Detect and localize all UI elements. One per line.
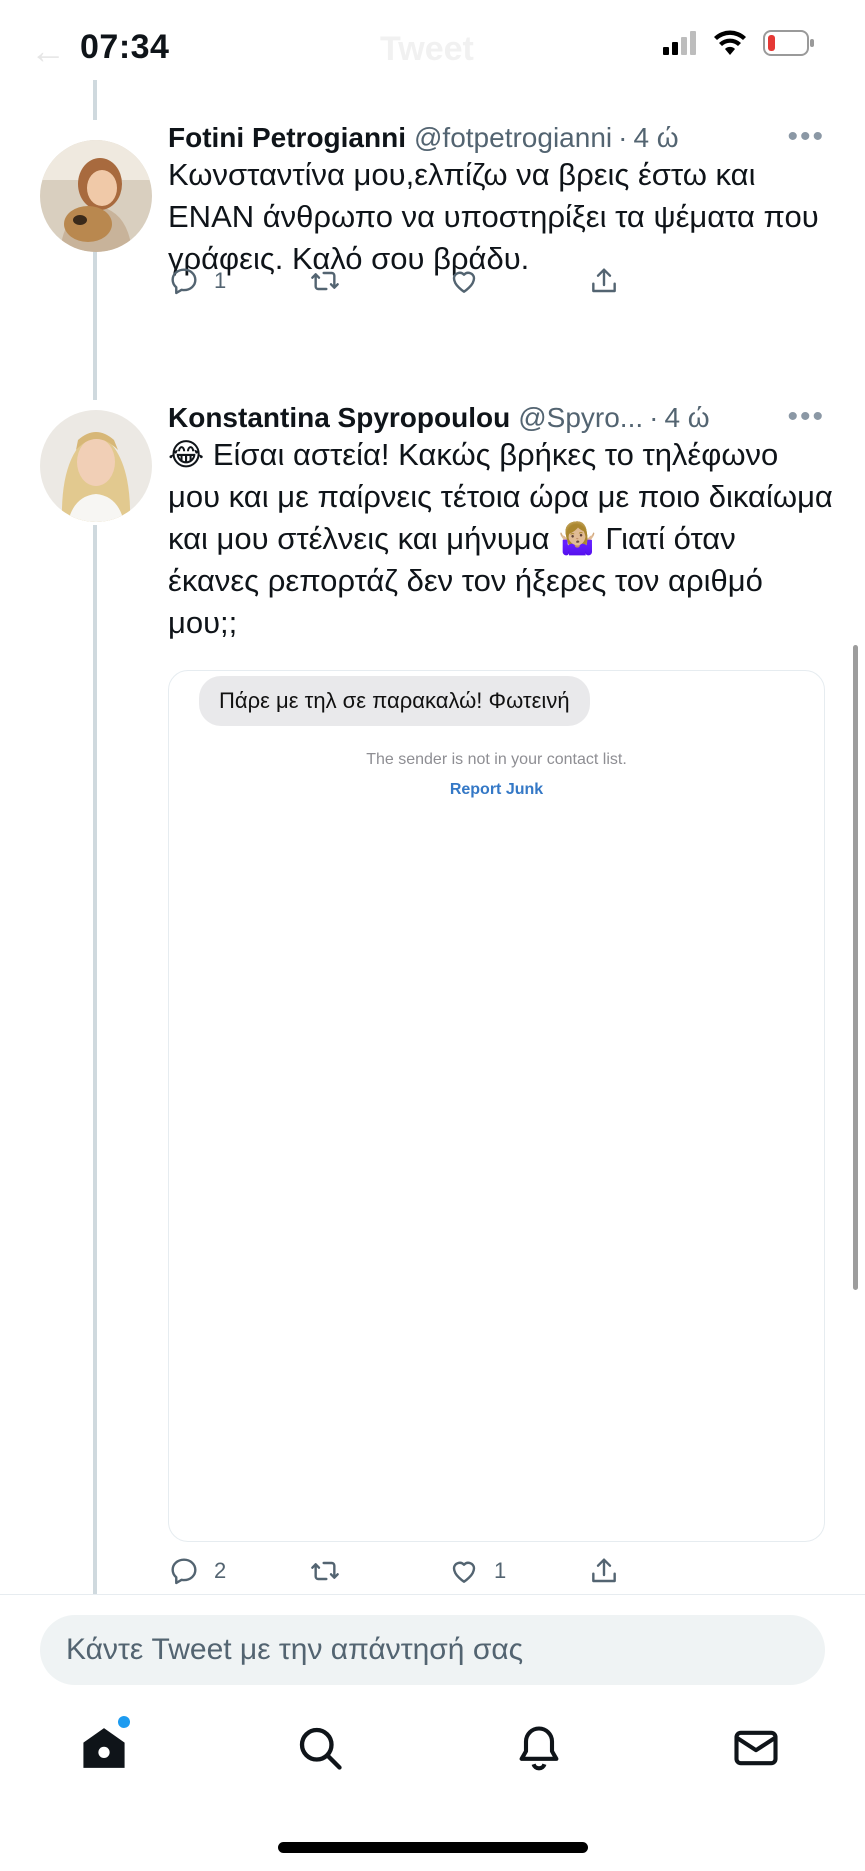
more-options-icon[interactable]: •••	[787, 400, 825, 434]
tweet-text: 😂 Είσαι αστεία! Κακώς βρήκες το τηλέφωνο…	[168, 437, 833, 640]
tweet-text: Κωνσταντίνα μου,ελπίζω να βρεις έστω και…	[168, 157, 819, 276]
author-name[interactable]: Konstantina Spyropoulou	[168, 402, 510, 434]
thread-line-top	[93, 80, 97, 120]
tab-search[interactable]	[294, 1722, 354, 1782]
reply-icon	[171, 268, 197, 295]
tweet-media-screenshot[interactable]: Πάρε με τηλ σε παρακαλώ! Φωτεινή The sen…	[168, 670, 825, 1542]
reply-input[interactable]: Κάντε Tweet με την απάντησή σας	[40, 1615, 825, 1685]
tweet-konstantina[interactable]: Konstantina Spyropoulou @Spyro... · 4 ώ …	[0, 400, 865, 1590]
reply-button[interactable]: 1	[168, 265, 226, 297]
home-indicator	[278, 1842, 588, 1853]
reply-button[interactable]: 2	[168, 1555, 226, 1587]
battery-icon	[763, 30, 814, 56]
wifi-icon	[714, 30, 746, 55]
new-content-dot	[118, 1716, 130, 1728]
avatar-image	[40, 140, 152, 252]
home-icon	[83, 1728, 125, 1768]
tweet-actions: 2 1	[168, 1555, 728, 1595]
share-icon	[592, 268, 616, 293]
cellular-signal-icon	[663, 31, 696, 55]
tab-notifications[interactable]	[513, 1722, 573, 1782]
avatar[interactable]	[40, 140, 152, 252]
avatar[interactable]	[40, 410, 152, 522]
search-icon	[299, 1727, 342, 1770]
sender-note: The sender is not in your contact list.	[366, 751, 627, 768]
tweet-header: Konstantina Spyropoulou @Spyro... · 4 ώ	[168, 398, 825, 438]
heart-icon	[452, 271, 476, 293]
tab-messages[interactable]	[730, 1722, 790, 1782]
tweet-time: 4 ώ	[633, 122, 679, 153]
reply-count: 2	[214, 1558, 227, 1583]
separator-dot: ·	[649, 402, 659, 433]
status-icons	[663, 30, 815, 56]
author-name[interactable]: Fotini Petrogianni	[168, 122, 406, 154]
reply-placeholder: Κάντε Tweet με την απάντησή σας	[66, 1633, 524, 1666]
author-handle[interactable]: @Spyro...	[518, 402, 643, 434]
reply-icon	[171, 1558, 197, 1585]
messages-icon	[734, 1730, 778, 1766]
status-time: 07:34	[80, 28, 170, 66]
reply-count: 1	[214, 268, 227, 293]
report-junk-link: Report Junk	[449, 781, 544, 798]
like-button[interactable]	[448, 265, 494, 297]
share-button[interactable]	[588, 265, 620, 297]
back-arrow-icon[interactable]: ←	[30, 30, 66, 72]
notifications-icon	[519, 1726, 559, 1771]
faded-page-title: Tweet	[380, 30, 474, 68]
separator-dot: ·	[618, 122, 628, 153]
bottom-tab-bar	[0, 1710, 865, 1810]
like-button[interactable]: 1	[448, 1555, 506, 1587]
share-icon	[592, 1558, 616, 1583]
heart-icon	[452, 1561, 476, 1583]
reply-compose-bar: Κάντε Tweet με την απάντησή σας	[0, 1594, 865, 1695]
retweet-button[interactable]	[308, 1555, 356, 1587]
tweet-fotini[interactable]: Fotini Petrogianni @fotpetrogianni · 4 ώ…	[0, 120, 865, 370]
tab-home[interactable]	[78, 1716, 138, 1782]
avatar-image	[40, 410, 152, 522]
tweet-actions: 1	[168, 265, 728, 305]
scrollbar[interactable]	[853, 645, 858, 1290]
author-handle[interactable]: @fotpetrogianni	[414, 122, 612, 154]
like-count: 1	[494, 1558, 507, 1583]
tweet-header: Fotini Petrogianni @fotpetrogianni · 4 ώ	[168, 118, 825, 158]
retweet-icon	[311, 271, 339, 291]
status-bar: ← Tweet 07:34	[0, 0, 865, 100]
share-button[interactable]	[588, 1555, 620, 1587]
retweet-button[interactable]	[308, 265, 356, 297]
tweet-time: 4 ώ	[664, 402, 710, 433]
message-bubble: Πάρε με τηλ σε παρακαλώ! Φωτεινή	[199, 676, 590, 726]
more-options-icon[interactable]: •••	[787, 120, 825, 154]
retweet-icon	[311, 1561, 339, 1581]
